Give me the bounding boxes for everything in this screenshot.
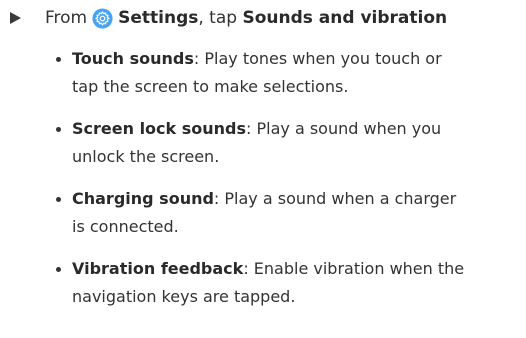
list-item: Charging sound: Play a sound when a char… [56, 185, 516, 241]
option-term: Touch sounds [72, 49, 194, 68]
bullet-dot-icon [56, 197, 61, 202]
option-description-line2: tap the screen to make selections. [72, 77, 349, 96]
list-item: Touch sounds: Play tones when you touch … [56, 45, 516, 101]
option-description-line2: is connected. [72, 217, 179, 236]
triangle-right-icon [10, 12, 21, 24]
settings-gear-icon [92, 7, 113, 29]
bullet-dot-icon [56, 267, 61, 272]
option-description-line1: : Play a sound when a charger [213, 189, 457, 208]
option-term: Vibration feedback [72, 259, 244, 278]
list-item: Vibration feedback: Enable vibration whe… [56, 255, 516, 311]
option-description-line2: navigation keys are tapped. [72, 287, 296, 306]
option-description-line1: : Enable vibration when the [243, 259, 465, 278]
instruction-page: From Settings , tap Sounds and vibration… [0, 0, 526, 338]
step-middle-text: , tap [198, 8, 238, 28]
options-list: Touch sounds: Play tones when you touch … [56, 45, 516, 325]
option-description-line1: : Play a sound when you [246, 119, 442, 138]
list-item: Screen lock sounds: Play a sound when yo… [56, 115, 516, 171]
step-prefix: From [45, 8, 88, 28]
bullet-dot-icon [56, 57, 61, 62]
option-description-line1: : Play tones when you touch or [193, 49, 442, 68]
option-term: Screen lock sounds [72, 119, 247, 138]
option-description-line2: unlock the screen. [72, 147, 220, 166]
settings-label: Settings [118, 8, 199, 28]
bullet-dot-icon [56, 127, 61, 132]
option-term: Charging sound [72, 189, 214, 208]
instruction-step: From Settings , tap Sounds and vibration [10, 3, 447, 33]
sounds-and-vibration-label: Sounds and vibration [242, 8, 448, 28]
